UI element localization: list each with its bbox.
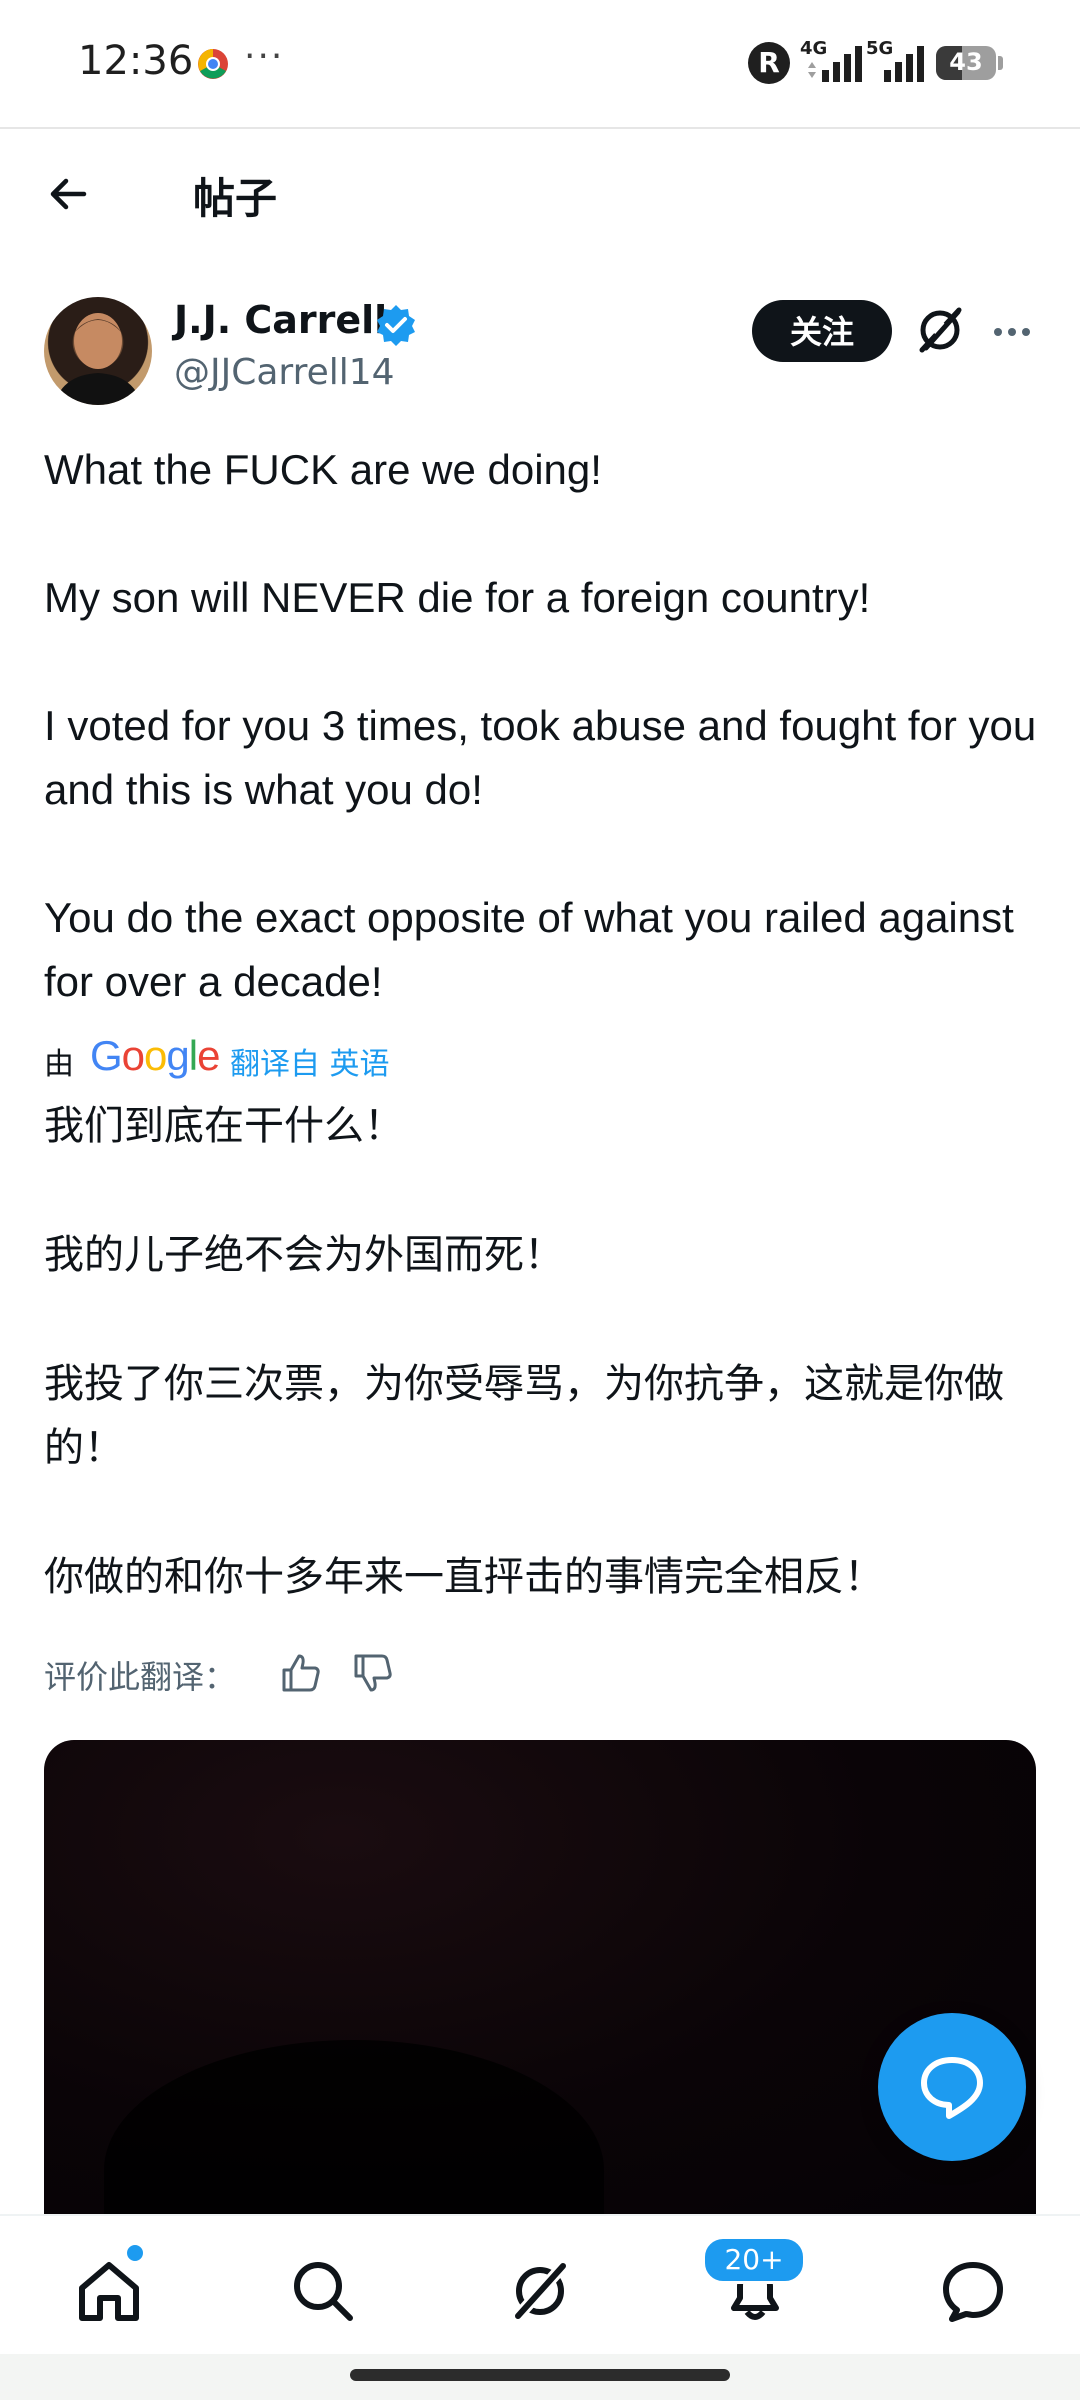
post-paragraph: What the FUCK are we doing! — [44, 446, 602, 493]
thumbs-up-icon[interactable] — [280, 1652, 322, 1694]
thumbs-down-icon[interactable] — [352, 1652, 394, 1694]
grok-icon[interactable] — [912, 302, 968, 358]
author-name[interactable]: J.J. Carrell — [174, 298, 387, 342]
battery-tip — [998, 56, 1003, 70]
home-unread-dot — [124, 2242, 146, 2264]
arrow-left-icon[interactable] — [44, 170, 92, 218]
nav-home[interactable] — [74, 2256, 144, 2326]
author-handle[interactable]: @JJCarrell14 — [174, 352, 395, 393]
battery-icon: 43 — [936, 46, 996, 80]
post-paragraph: You do the exact opposite of what you ra… — [44, 894, 1014, 1005]
battery-level: 43 — [949, 48, 983, 76]
translated-text: 我们到底在干什么！ 我的儿子绝不会为外国而死！ 我投了你三次票，为你受辱骂，为你… — [44, 1094, 1054, 1609]
chrome-icon — [198, 49, 228, 79]
search-icon — [294, 2262, 353, 2321]
more-icon[interactable] — [990, 310, 1034, 354]
translated-paragraph: 你做的和你十多年来一直抨击的事情完全相反！ — [44, 1554, 884, 1600]
grok-icon — [512, 2260, 569, 2322]
nav-messages[interactable] — [938, 2256, 1008, 2326]
status-overflow-icon: ··· — [244, 36, 285, 77]
post-paragraph: My son will NEVER die for a foreign coun… — [44, 574, 871, 621]
gesture-handle[interactable] — [350, 2369, 730, 2381]
post-text: What the FUCK are we doing! My son will … — [44, 438, 1044, 1014]
r-icon: R — [748, 42, 790, 84]
nav-grok[interactable] — [505, 2256, 575, 2326]
follow-button[interactable]: 关注 — [752, 300, 892, 362]
rate-translation-label: 评价此翻译： — [44, 1658, 237, 1696]
post-paragraph: I voted for you 3 times, took abuse and … — [44, 702, 1037, 813]
messages-icon — [943, 2262, 1003, 2322]
divider — [0, 127, 1080, 129]
status-time: 12:36 — [78, 38, 194, 84]
status-bar: 12:36 ··· R 4G 5G 43 — [0, 0, 1080, 128]
translated-from-link[interactable]: 翻译自 英语 — [230, 1039, 390, 1083]
post-media[interactable] — [44, 1740, 1036, 2220]
google-logo: Google — [90, 1032, 220, 1079]
avatar[interactable] — [44, 297, 152, 405]
signal-5g-icon: 5G — [866, 38, 936, 84]
bottom-nav: 20+ — [0, 2214, 1080, 2356]
translated-paragraph: 我的儿子绝不会为外国而死！ — [44, 1232, 564, 1278]
verified-badge-icon — [377, 305, 415, 346]
translation-by-label: 由 — [44, 1047, 74, 1082]
translated-paragraph: 我投了你三次票，为你受辱骂，为你抗争，这就是你做的！ — [44, 1361, 1004, 1471]
translated-paragraph: 我们到底在干什么！ — [44, 1103, 404, 1149]
reply-fab-button[interactable] — [878, 2013, 1026, 2161]
media-shadow — [104, 2040, 604, 2220]
chat-bubble-icon — [921, 2057, 983, 2119]
signal-4g-icon: 4G — [800, 38, 870, 84]
page-title: 帖子 — [193, 174, 278, 223]
home-icon — [79, 2262, 139, 2321]
nav-search[interactable] — [288, 2256, 358, 2326]
notifications-badge: 20+ — [702, 2236, 806, 2284]
